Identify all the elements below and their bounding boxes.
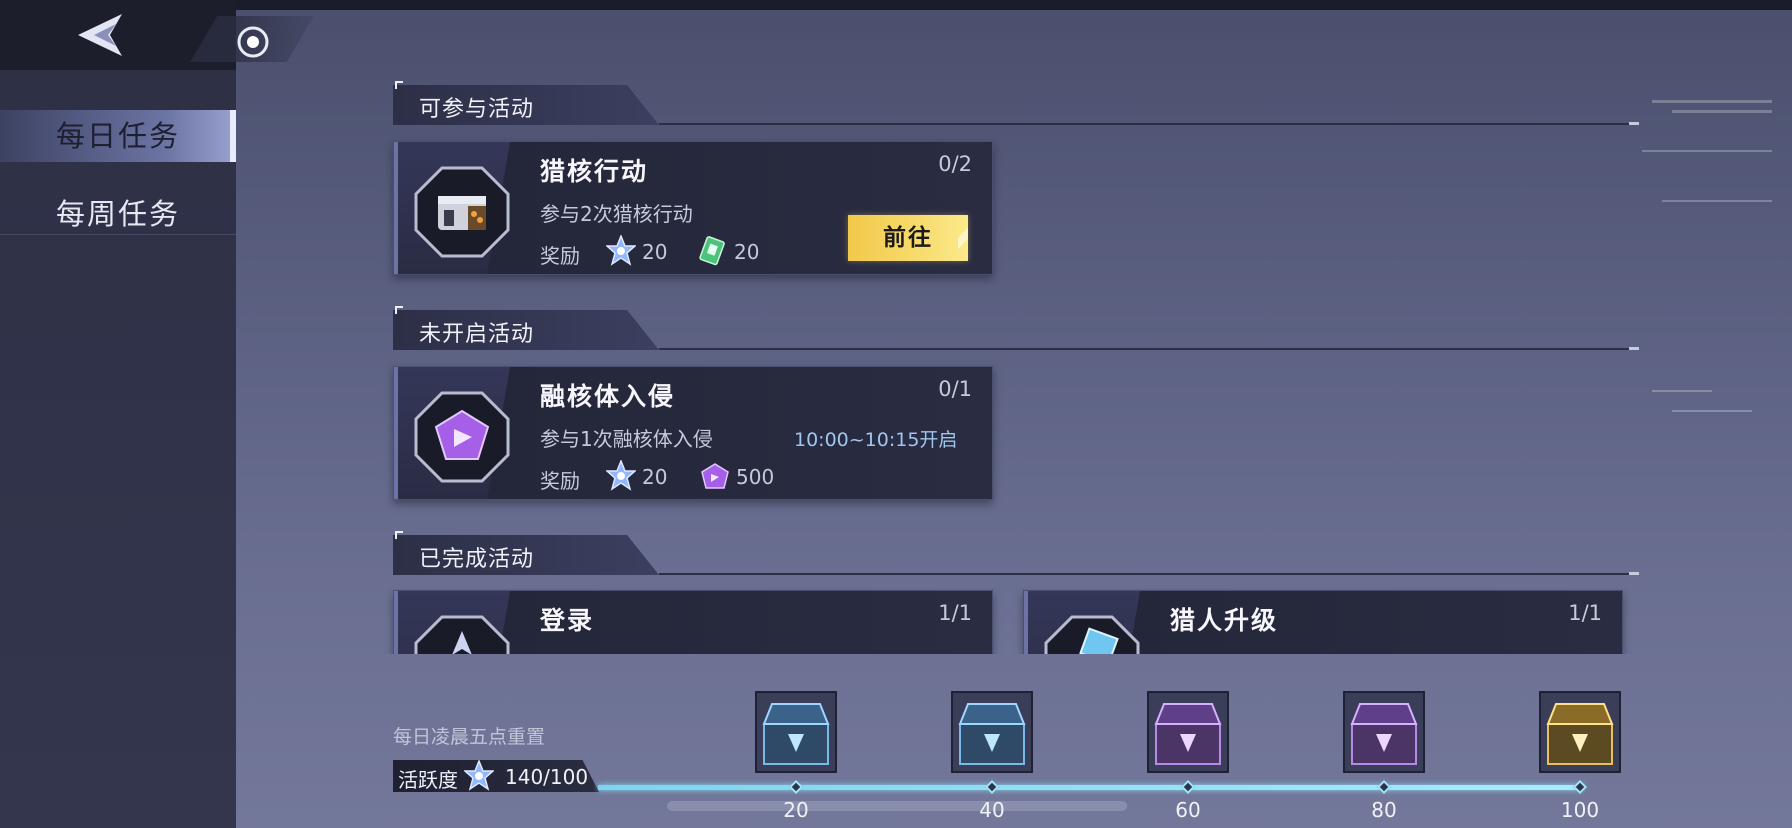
completed-list-viewport[interactable]: 登录 1/1 猎人升级 1/1 [0,588,1792,654]
task-card-hunt: 猎核行动 0/2 参与2次猎核行动 奖励 20 20 前往 [393,141,993,275]
purple-crystal-icon [701,463,729,489]
reward-crystal-value: 500 [736,465,775,489]
top-strip [0,0,1792,10]
open-time: 10:00~10:15开启 [794,429,958,451]
back-button[interactable] [70,12,130,58]
blue-chest-icon[interactable] [754,690,838,774]
milestone-marker [984,779,1000,795]
blue-chest-icon[interactable] [950,690,1034,774]
task-progress: 0/1 [938,377,972,401]
section-title: 未开启活动 [419,322,535,347]
gold-chest-icon[interactable] [1538,690,1622,774]
section-available: 可参与活动 [393,81,1639,125]
back-arrow-icon [78,14,122,56]
task-card-invasion: 融核体入侵 0/1 参与1次融核体入侵 10:00~10:15开启 奖励 20 … [393,366,993,500]
task-description: 参与2次猎核行动 [540,202,693,226]
task-title: 猎核行动 [540,157,649,186]
task-progress: 1/1 [938,601,972,625]
milestone-marker [1376,779,1392,795]
task-progress: 0/2 [938,152,972,176]
ticket-icon [699,236,725,266]
activity-progress-bar [598,785,1583,790]
milestone-label: 80 [1371,798,1397,822]
reset-note: 每日凌晨五点重置 [393,726,546,748]
crystal-icon [414,391,510,483]
activity-star-icon [464,760,494,791]
reward-label: 奖励 [540,244,580,268]
section-divider [659,123,1639,125]
tab-divider [0,234,236,235]
milestone-label: 20 [783,798,809,822]
sidebar [0,70,236,828]
card-edge [394,591,398,654]
task-title: 登录 [540,606,595,635]
section-completed: 已完成活动 [393,531,1639,575]
activity-star-icon [606,235,636,266]
task-description: 参与1次融核体入侵 [540,427,713,451]
section-tick [1629,347,1639,350]
task-title: 融核体入侵 [540,382,676,411]
levelup-book-icon [1044,615,1140,654]
task-card-levelup: 猎人升级 1/1 [1023,590,1623,654]
hunt-chest-icon [414,166,510,258]
milestone-marker [788,779,804,795]
corner-mark [395,81,403,89]
task-progress: 1/1 [1568,601,1602,625]
section-title: 已完成活动 [419,547,535,572]
reward-ticket-value: 20 [734,240,760,264]
activity-star-icon [606,460,636,491]
section-not-started: 未开启活动 [393,306,1639,350]
go-button[interactable]: 前往 [848,215,968,261]
corner-mark [395,306,403,314]
card-edge [394,367,398,499]
section-tick [1629,122,1639,125]
section-title: 可参与活动 [419,97,535,122]
reward-activity-value: 20 [642,465,668,489]
purple-chest-icon[interactable] [1342,690,1426,774]
milestone-label: 100 [1560,798,1600,822]
task-title: 猎人升级 [1170,606,1279,635]
milestone-label: 40 [979,798,1005,822]
home-button[interactable] [236,25,270,59]
purple-chest-icon[interactable] [1146,690,1230,774]
scrollbar-thumb[interactable] [667,801,1127,811]
corner-mark [395,531,403,539]
milestone-marker [1180,779,1196,795]
activity-label: 活跃度 [398,768,458,792]
milestone-label: 60 [1175,798,1201,822]
section-divider [659,573,1639,575]
login-icon [414,615,510,654]
target-icon [237,26,269,58]
reward-activity-value: 20 [642,240,668,264]
section-divider [659,348,1639,350]
milestone-marker [1572,779,1588,795]
activity-value: 140/100 [505,765,589,789]
card-edge [1024,591,1028,654]
tab-weekly-tasks[interactable]: 每周任务 [0,188,236,240]
reward-label: 奖励 [540,469,580,493]
tab-daily-tasks[interactable]: 每日任务 [0,110,236,162]
section-tick [1629,572,1639,575]
card-edge [394,142,398,274]
task-card-login: 登录 1/1 [393,590,993,654]
